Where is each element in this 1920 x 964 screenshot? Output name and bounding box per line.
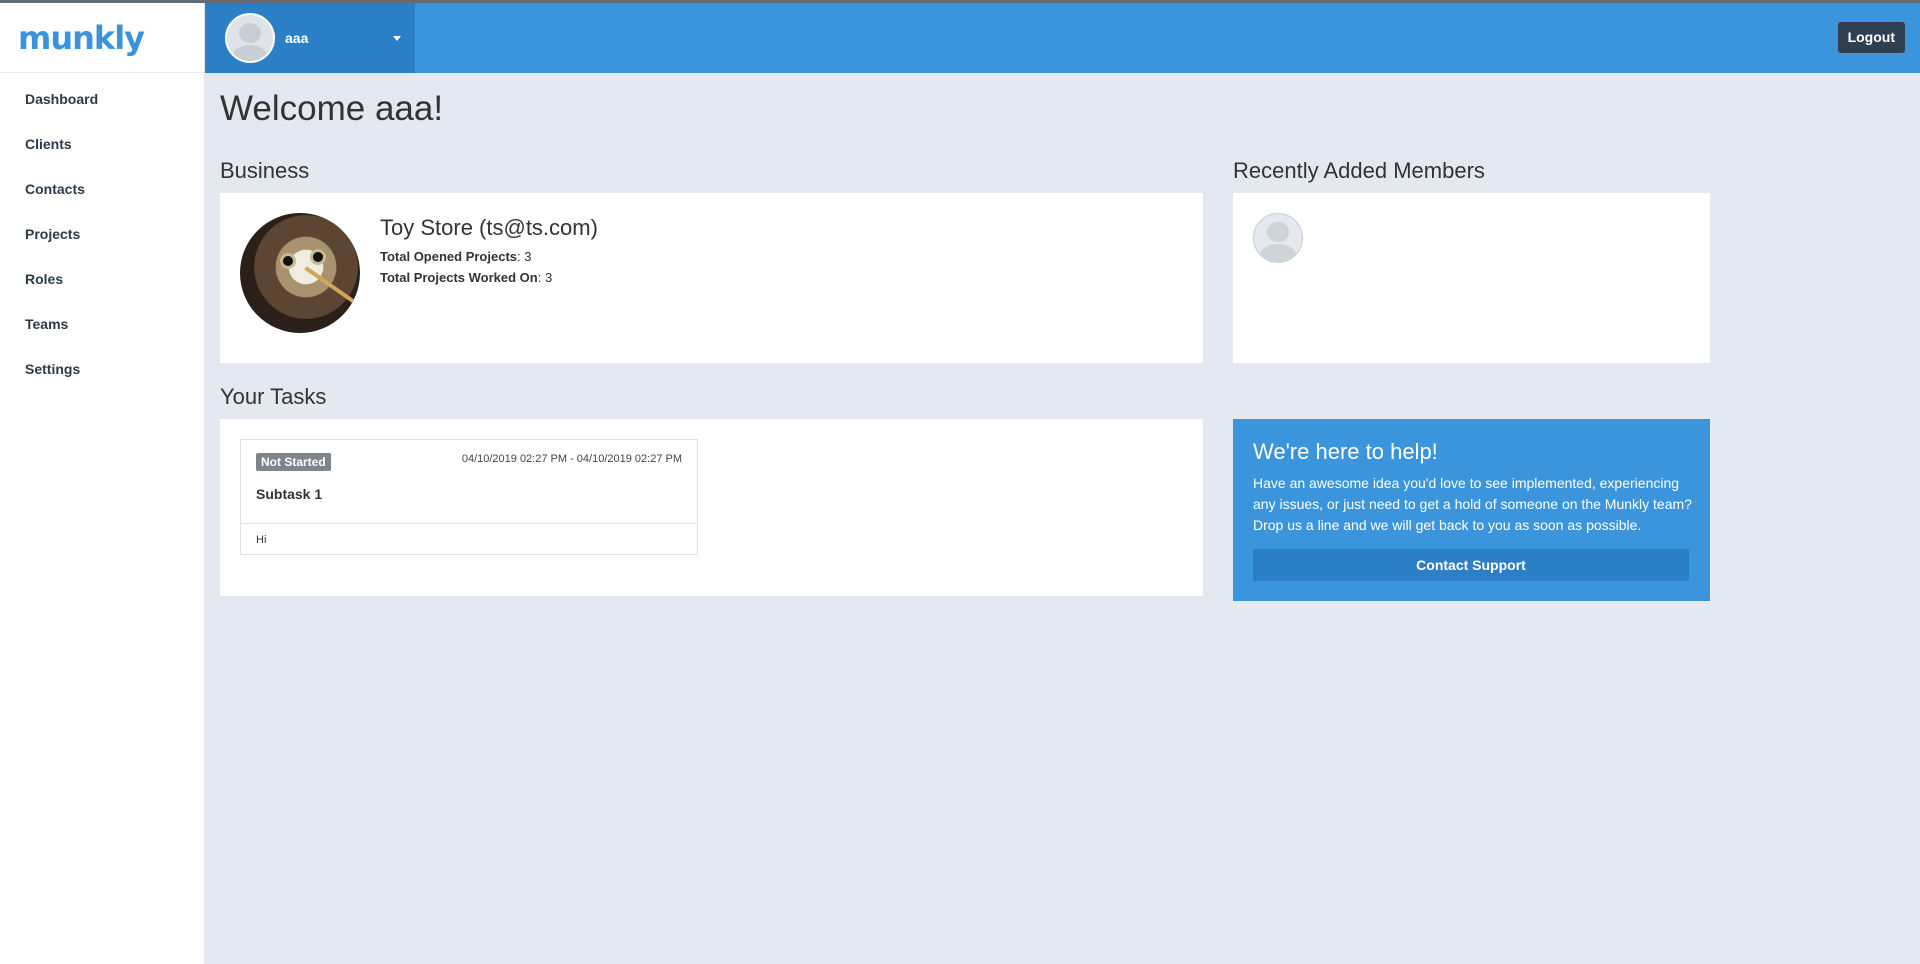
help-text: Have an awesome idea you'd love to see i… <box>1253 475 1692 533</box>
sidebar: munkly Dashboard Clients Contacts Projec… <box>0 3 205 964</box>
divider <box>241 523 697 524</box>
business-card: Toy Store (ts@ts.com) Total Opened Proje… <box>220 193 1203 363</box>
tasks-card: Not Started 04/10/2019 02:27 PM - 04/10/… <box>220 419 1203 596</box>
page-title: Welcome aaa! <box>220 89 444 128</box>
business-section-title: Business <box>220 158 310 183</box>
caret-down-icon <box>393 36 401 41</box>
tasks-section-title: Your Tasks <box>220 384 327 409</box>
task-date-range: 04/10/2019 02:27 PM - 04/10/2019 02:27 P… <box>461 453 682 465</box>
members-section-title: Recently Added Members <box>1233 158 1485 183</box>
sidebar-item-roles[interactable]: Roles <box>0 257 204 302</box>
task-title: Subtask 1 <box>256 486 323 502</box>
stat-value: : 3 <box>537 270 553 285</box>
sidebar-item-projects[interactable]: Projects <box>0 212 204 257</box>
status-badge: Not Started <box>256 453 331 471</box>
task-item[interactable]: Not Started 04/10/2019 02:27 PM - 04/10/… <box>240 439 698 555</box>
stat-label: Total Projects Worked On <box>380 270 538 285</box>
business-stat-opened: Total Opened Projects: 3 <box>380 249 531 264</box>
stat-label: Total Opened Projects <box>380 249 518 264</box>
sidebar-item-dashboard[interactable]: Dashboard <box>0 77 204 122</box>
top-header: aaa Logout <box>205 3 1920 73</box>
sidebar-item-contacts[interactable]: Contacts <box>0 167 204 212</box>
members-card <box>1233 193 1710 363</box>
user-menu[interactable]: aaa <box>205 3 415 73</box>
sidebar-nav: Dashboard Clients Contacts Projects Role… <box>0 73 204 392</box>
task-description: Hi <box>256 534 267 546</box>
help-title: We're here to help! <box>1253 439 1438 464</box>
business-stat-worked: Total Projects Worked On: 3 <box>380 270 552 285</box>
munkly-logo[interactable]: munkly <box>18 19 145 57</box>
business-name: Toy Store (ts@ts.com) <box>380 215 598 240</box>
contact-support-button[interactable]: Contact Support <box>1253 549 1689 581</box>
main-content: Welcome aaa! Business Toy Store (ts@ts.c… <box>205 73 1920 964</box>
member-avatar-icon[interactable] <box>1253 213 1303 263</box>
help-card: We're here to help! Have an awesome idea… <box>1233 419 1710 601</box>
stat-value: : 3 <box>517 249 532 264</box>
sidebar-item-clients[interactable]: Clients <box>0 122 204 167</box>
business-avatar <box>240 213 360 333</box>
logo-area: munkly <box>0 3 204 73</box>
user-avatar-icon <box>225 13 275 63</box>
user-name: aaa <box>285 30 309 46</box>
logout-button[interactable]: Logout <box>1837 22 1905 53</box>
sidebar-item-settings[interactable]: Settings <box>0 347 204 392</box>
sidebar-item-teams[interactable]: Teams <box>0 302 204 347</box>
